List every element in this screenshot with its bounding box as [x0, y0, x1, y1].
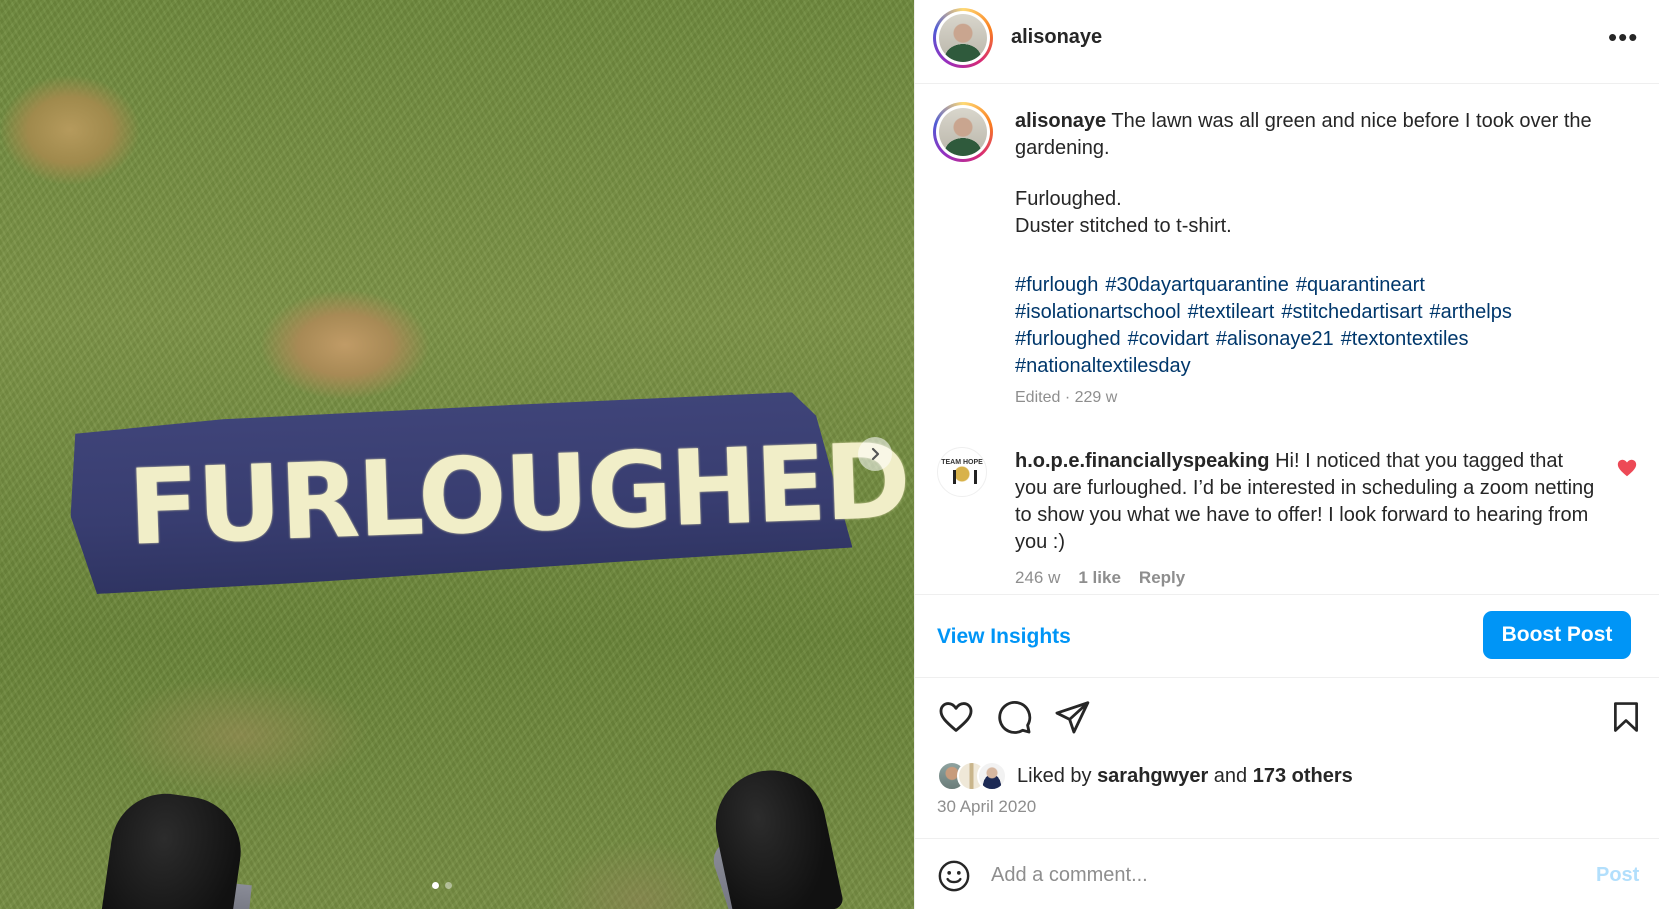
action-bar	[937, 698, 1638, 738]
carousel-dots	[432, 882, 452, 889]
post-header: alisonaye •••	[915, 0, 1659, 84]
comment-icon[interactable]	[995, 698, 1033, 736]
post-details-panel: alisonaye ••• alisonaye The lawn was all…	[914, 0, 1659, 909]
hashtag-link[interactable]: #isolationartschool	[1015, 301, 1181, 323]
hashtag-link[interactable]: #nationaltextilesday	[1015, 355, 1191, 377]
liked-by-others[interactable]: 173 others	[1253, 765, 1353, 787]
caption-text-line2: Furloughed.	[1015, 188, 1122, 210]
caption: alisonaye The lawn was all green and nic…	[1015, 108, 1635, 240]
author-avatar[interactable]	[933, 8, 993, 68]
hashtag-link[interactable]: #arthelps	[1430, 301, 1512, 323]
caption-text-line3: Duster stitched to t-shirt.	[1015, 215, 1232, 237]
liked-by: Liked by sarahgwyer and 173 others	[937, 760, 1353, 792]
comment-like-heart-icon[interactable]	[1616, 457, 1638, 479]
author-username[interactable]: alisonaye	[1011, 26, 1102, 49]
post-comment-button[interactable]: Post	[1596, 864, 1639, 887]
hashtag-link[interactable]: #textontextiles	[1341, 328, 1469, 350]
boost-post-button[interactable]: Boost Post	[1483, 611, 1631, 659]
caption-username[interactable]: alisonaye	[1015, 110, 1106, 132]
share-icon[interactable]	[1053, 698, 1091, 736]
hashtag-link[interactable]: #quarantineart	[1296, 274, 1425, 296]
hashtag-link[interactable]: #furloughed	[1015, 328, 1121, 350]
comment-age: 246 w	[1015, 568, 1061, 587]
bookmark-icon[interactable]	[1609, 698, 1643, 736]
liked-by-user[interactable]: sarahgwyer	[1097, 765, 1208, 787]
carousel-next-button[interactable]	[858, 437, 892, 471]
hashtag-link[interactable]: #alisonaye21	[1216, 328, 1334, 350]
post-image[interactable]: FURLOUGHED	[0, 0, 914, 909]
carousel-dot	[445, 882, 452, 889]
hashtag-link[interactable]: #covidart	[1128, 328, 1209, 350]
hashtag-link[interactable]: #textileart	[1188, 301, 1275, 323]
emoji-icon[interactable]	[937, 859, 971, 893]
comment-meta: 246 w 1 like Reply	[1015, 568, 1185, 588]
heart-icon[interactable]	[937, 698, 975, 736]
commenter-logo-figure	[947, 465, 977, 486]
liked-by-conjunction: and	[1213, 764, 1248, 787]
commenter-logo-text: TEAM HOPE	[941, 458, 983, 466]
liker-avatar[interactable]	[977, 761, 1007, 791]
chevron-right-icon	[871, 447, 880, 461]
liked-by-text: Liked by sarahgwyer and 173 others	[1017, 765, 1353, 788]
comment-input[interactable]	[991, 857, 1551, 893]
banner-text: FURLOUGHED	[126, 419, 911, 569]
caption-avatar[interactable]	[933, 102, 993, 162]
view-insights-link[interactable]: View Insights	[937, 625, 1071, 649]
commenter-username[interactable]: h.o.p.e.financiallyspeaking	[1015, 450, 1270, 472]
comment: h.o.p.e.financiallyspeaking Hi! I notice…	[1015, 448, 1595, 556]
edited-timestamp: Edited · 229 w	[1015, 389, 1118, 406]
shoe-left	[98, 786, 248, 909]
hashtag-link[interactable]: #stitchedartisart	[1281, 301, 1422, 323]
hashtag-list: #furlough #30dayartquarantine #quarantinea…	[1015, 272, 1575, 380]
post-date[interactable]: 30 April 2020	[937, 797, 1036, 817]
carousel-dot-active	[432, 882, 439, 889]
hashtag-link[interactable]: #furlough	[1015, 274, 1098, 296]
comment-likes-count[interactable]: 1 like	[1078, 568, 1121, 588]
commenter-avatar[interactable]: TEAM HOPE	[937, 447, 987, 497]
more-options-icon[interactable]: •••	[1608, 22, 1638, 52]
add-comment-bar: Post	[915, 838, 1659, 909]
insights-bar: View Insights Boost Post	[915, 594, 1659, 678]
liked-by-prefix: Liked by	[1017, 764, 1092, 787]
comment-reply-button[interactable]: Reply	[1139, 568, 1185, 588]
hashtag-link[interactable]: #30dayartquarantine	[1105, 274, 1288, 296]
